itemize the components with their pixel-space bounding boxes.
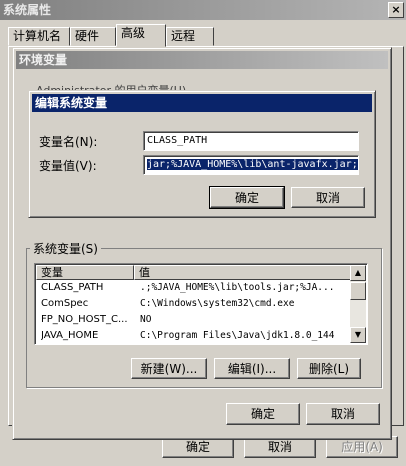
env-cancel-button[interactable]: 取消	[306, 403, 380, 425]
tab-computer-name[interactable]: 计算机名	[8, 27, 70, 46]
sysprops-titlebar: 系统属性 ×	[0, 0, 406, 20]
env-ok-button[interactable]: 确定	[226, 403, 300, 425]
system-vars-list[interactable]: 变量 值 CLASS_PATH .;%JAVA_HOME%\lib\tools.…	[34, 263, 368, 345]
variable-value-input[interactable]: jar;%JAVA_HOME%\lib\ant-javafx.jar;	[143, 155, 359, 175]
var-name: CLASS_PATH	[41, 282, 104, 293]
edit-variable-dialog: 编辑系统变量 变量名(N): CLASS_PATH 变量值(V): jar;%J…	[28, 90, 376, 218]
variable-value-text: jar;%JAVA_HOME%\lib\ant-javafx.jar;	[147, 159, 358, 170]
var-value: NO	[140, 314, 152, 325]
list-item[interactable]: FP_NO_HOST_C... NO	[36, 312, 352, 328]
edit-variable-button[interactable]: 编辑(I)...	[214, 358, 290, 379]
sysprops-title: 系统属性	[3, 3, 52, 17]
var-name: ComSpec	[41, 298, 89, 309]
variable-name-input[interactable]: CLASS_PATH	[143, 131, 359, 151]
scroll-down-icon[interactable]: ▼	[350, 327, 366, 343]
var-value: C:\Windows\system32\cmd.exe	[140, 298, 295, 309]
var-value: C:\Program Files\Java\jdk1.8.0_144	[140, 330, 335, 341]
var-name: FP_NO_HOST_C...	[41, 314, 128, 325]
variable-value-label: 变量值(V):	[39, 159, 97, 173]
variable-name-label: 变量名(N):	[39, 135, 98, 149]
var-value: .;%JAVA_HOME%\lib\tools.jar;%JA...	[140, 282, 335, 293]
env-dialog-title: 环境变量	[16, 51, 388, 69]
variable-name-text: CLASS_PATH	[147, 135, 208, 146]
list-item[interactable]: JAVA_HOME C:\Program Files\Java\jdk1.8.0…	[36, 328, 352, 344]
list-scrollbar[interactable]: ▲ ▼	[350, 265, 366, 343]
edit-cancel-button[interactable]: 取消	[291, 187, 365, 208]
tab-advanced[interactable]: 高级	[116, 24, 166, 47]
system-vars-group-label: 系统变量(S)	[30, 240, 101, 257]
close-icon[interactable]: ×	[388, 2, 404, 18]
column-header-value[interactable]: 值	[134, 265, 352, 280]
delete-variable-button[interactable]: 删除(L)	[297, 358, 361, 379]
tab-remote[interactable]: 远程	[166, 27, 214, 46]
edit-dialog-title: 编辑系统变量	[32, 94, 372, 112]
list-item[interactable]: CLASS_PATH .;%JAVA_HOME%\lib\tools.jar;%…	[36, 280, 352, 296]
var-name: JAVA_HOME	[41, 330, 99, 341]
scroll-thumb[interactable]	[350, 282, 366, 300]
tab-hardware[interactable]: 硬件	[70, 27, 116, 46]
scroll-up-icon[interactable]: ▲	[350, 265, 366, 281]
list-header: 变量 值	[36, 265, 352, 280]
list-item[interactable]: ComSpec C:\Windows\system32\cmd.exe	[36, 296, 352, 312]
edit-ok-button[interactable]: 确定	[209, 186, 285, 209]
column-header-variable[interactable]: 变量	[36, 265, 134, 280]
new-variable-button[interactable]: 新建(W)...	[131, 358, 207, 379]
